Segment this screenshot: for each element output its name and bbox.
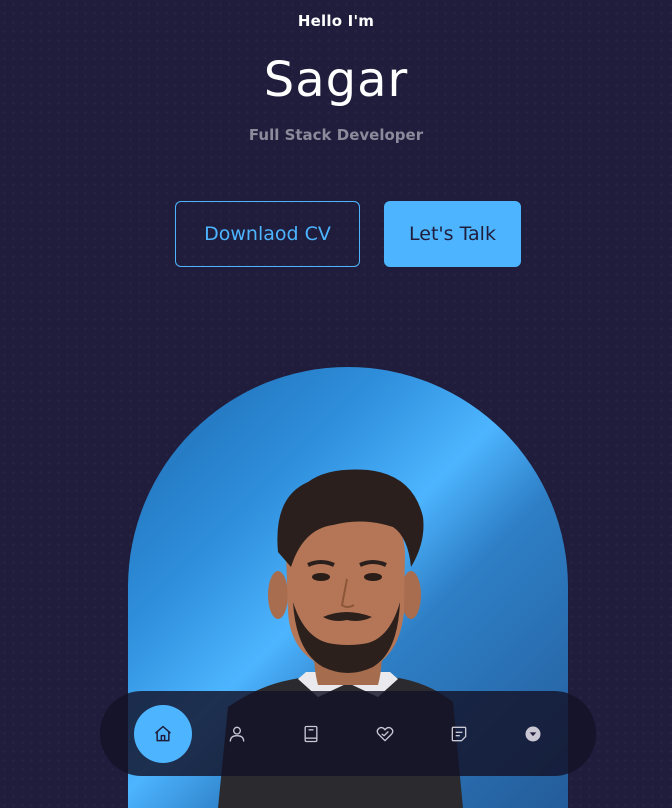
message-icon [451, 726, 467, 742]
nav-home[interactable] [134, 705, 192, 763]
greeting-text: Hello I'm [297, 12, 375, 30]
lets-talk-button[interactable]: Let's Talk [384, 201, 521, 267]
hero-name: Sagar [263, 52, 409, 108]
chevron-down-circle-icon [525, 726, 541, 742]
user-icon [229, 726, 245, 742]
download-cv-button[interactable]: Downlaod CV [175, 201, 360, 267]
home-icon [155, 725, 171, 742]
hero-role: Full Stack Developer [248, 126, 424, 144]
book-icon [304, 725, 318, 743]
nav-more[interactable] [504, 705, 562, 763]
nav-contact[interactable] [430, 705, 488, 763]
services-icon [376, 726, 394, 742]
bottom-nav [100, 691, 596, 776]
nav-services[interactable] [356, 705, 414, 763]
nav-about[interactable] [208, 705, 266, 763]
nav-experience[interactable] [282, 705, 340, 763]
